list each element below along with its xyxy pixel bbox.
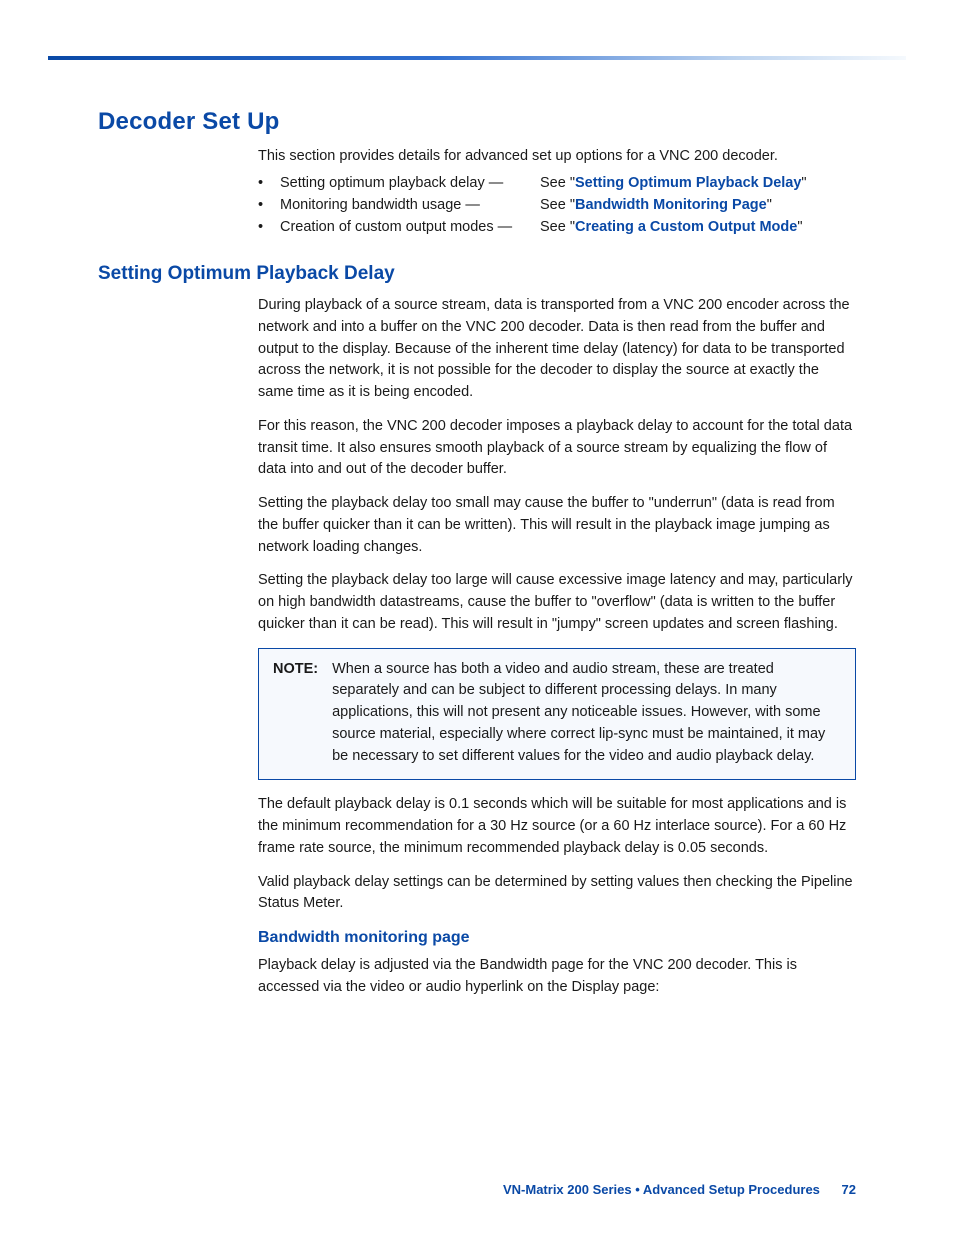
bullet-icon: • bbox=[258, 197, 280, 213]
page-number: 72 bbox=[842, 1182, 856, 1197]
header-rule bbox=[48, 56, 906, 60]
toc-see: See "Bandwidth Monitoring Page" bbox=[540, 197, 772, 213]
manual-page: Decoder Set Up This section provides det… bbox=[0, 0, 954, 1235]
toc-list: • Setting optimum playback delay — See "… bbox=[258, 175, 856, 235]
toc-link-custom-output-mode[interactable]: Creating a Custom Output Mode bbox=[575, 219, 797, 235]
body-block: The default playback delay is 0.1 second… bbox=[258, 794, 856, 915]
note-text: When a source has both a video and audio… bbox=[332, 659, 841, 768]
see-suffix: " bbox=[767, 197, 772, 213]
paragraph: Valid playback delay settings can be det… bbox=[258, 872, 856, 916]
paragraph: During playback of a source stream, data… bbox=[258, 295, 856, 404]
toc-see: See "Setting Optimum Playback Delay" bbox=[540, 175, 807, 191]
toc-see: See "Creating a Custom Output Mode" bbox=[540, 219, 802, 235]
note-label: NOTE: bbox=[273, 659, 318, 768]
paragraph: Playback delay is adjusted via the Bandw… bbox=[258, 955, 856, 999]
body-block: Playback delay is adjusted via the Bandw… bbox=[258, 955, 856, 999]
page-content: Decoder Set Up This section provides det… bbox=[98, 108, 856, 1011]
subsection-title-playback-delay: Setting Optimum Playback Delay bbox=[98, 263, 856, 285]
see-suffix: " bbox=[801, 175, 806, 191]
toc-lhs: Setting optimum playback delay — bbox=[280, 175, 540, 191]
footer-title: VN-Matrix 200 Series • Advanced Setup Pr… bbox=[503, 1182, 820, 1197]
paragraph: Setting the playback delay too small may… bbox=[258, 493, 856, 558]
see-prefix: See " bbox=[540, 197, 575, 213]
bullet-icon: • bbox=[258, 219, 280, 235]
subsubsection-title-bandwidth-monitoring: Bandwidth monitoring page bbox=[258, 929, 856, 947]
toc-item: • Creation of custom output modes — See … bbox=[258, 219, 856, 235]
bullet-icon: • bbox=[258, 175, 280, 191]
note-box: NOTE: When a source has both a video and… bbox=[258, 648, 856, 781]
see-suffix: " bbox=[797, 219, 802, 235]
page-footer: VN-Matrix 200 Series • Advanced Setup Pr… bbox=[98, 1182, 856, 1197]
toc-link-bandwidth-monitoring[interactable]: Bandwidth Monitoring Page bbox=[575, 197, 767, 213]
paragraph: Setting the playback delay too large wil… bbox=[258, 570, 856, 635]
see-prefix: See " bbox=[540, 175, 575, 191]
body-block: During playback of a source stream, data… bbox=[258, 295, 856, 636]
toc-lhs: Creation of custom output modes — bbox=[280, 219, 540, 235]
paragraph: For this reason, the VNC 200 decoder imp… bbox=[258, 416, 856, 481]
paragraph: The default playback delay is 0.1 second… bbox=[258, 794, 856, 859]
toc-item: • Monitoring bandwidth usage — See "Band… bbox=[258, 197, 856, 213]
intro-paragraph: This section provides details for advanc… bbox=[258, 146, 856, 167]
toc-link-playback-delay[interactable]: Setting Optimum Playback Delay bbox=[575, 175, 801, 191]
toc-item: • Setting optimum playback delay — See "… bbox=[258, 175, 856, 191]
see-prefix: See " bbox=[540, 219, 575, 235]
toc-lhs: Monitoring bandwidth usage — bbox=[280, 197, 540, 213]
page-title: Decoder Set Up bbox=[98, 108, 856, 136]
